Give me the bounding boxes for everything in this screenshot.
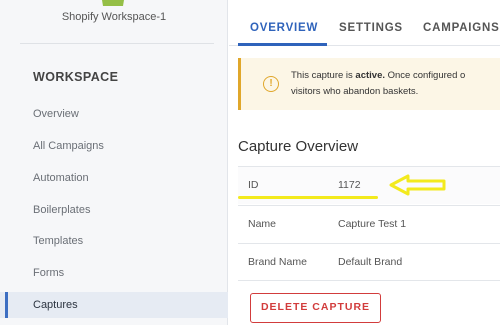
sidebar-item-overview[interactable]: Overview — [0, 101, 228, 127]
sidebar-heading: WORKSPACE — [33, 70, 119, 84]
tab-bar: OVERVIEW SETTINGS CAMPAIGNS — [229, 0, 500, 46]
tab-settings[interactable]: SETTINGS — [339, 0, 403, 46]
id-label: ID — [248, 179, 259, 191]
notice-status: active. — [355, 70, 385, 81]
annotation-arrow-icon — [389, 174, 446, 196]
sidebar-item-all-campaigns[interactable]: All Campaigns — [0, 133, 228, 159]
active-tab-indicator — [238, 43, 327, 46]
sidebar-item-captures[interactable]: Captures — [0, 292, 228, 318]
sidebar: Shopify Workspace-1 WORKSPACE Overview A… — [0, 0, 228, 325]
brand-name-label: Brand Name — [248, 256, 307, 268]
detail-row-brand-name: Brand Name Default Brand — [238, 243, 500, 281]
sidebar-item-templates[interactable]: Templates — [0, 228, 228, 254]
tab-overview[interactable]: OVERVIEW — [250, 0, 318, 46]
brand-name-value: Default Brand — [338, 256, 403, 268]
name-label: Name — [248, 218, 277, 230]
annotation-underline — [238, 196, 378, 199]
status-notice: ! This capture is active. Once configure… — [238, 58, 500, 110]
sidebar-item-boilerplates[interactable]: Boilerplates — [0, 197, 228, 223]
tab-campaigns[interactable]: CAMPAIGNS — [423, 0, 500, 46]
notice-line1-prefix: This capture is — [291, 70, 356, 81]
notice-line1-suffix: Once configured o — [385, 70, 466, 81]
name-value: Capture Test 1 — [338, 218, 407, 230]
notice-text: This capture is active. Once configured … — [291, 68, 465, 100]
shopify-logo-icon — [102, 0, 124, 6]
sidebar-divider — [20, 43, 214, 44]
section-title: Capture Overview — [238, 138, 359, 155]
sidebar-item-automation[interactable]: Automation — [0, 165, 228, 191]
detail-row-name: Name Capture Test 1 — [238, 205, 500, 243]
id-value: 1172 — [338, 179, 361, 191]
notice-line2: visitors who abandon baskets. — [291, 86, 419, 97]
sidebar-item-forms[interactable]: Forms — [0, 260, 228, 286]
info-icon: ! — [263, 76, 279, 92]
workspace-name[interactable]: Shopify Workspace-1 — [0, 11, 228, 23]
delete-capture-button[interactable]: DELETE CAPTURE — [250, 293, 381, 323]
